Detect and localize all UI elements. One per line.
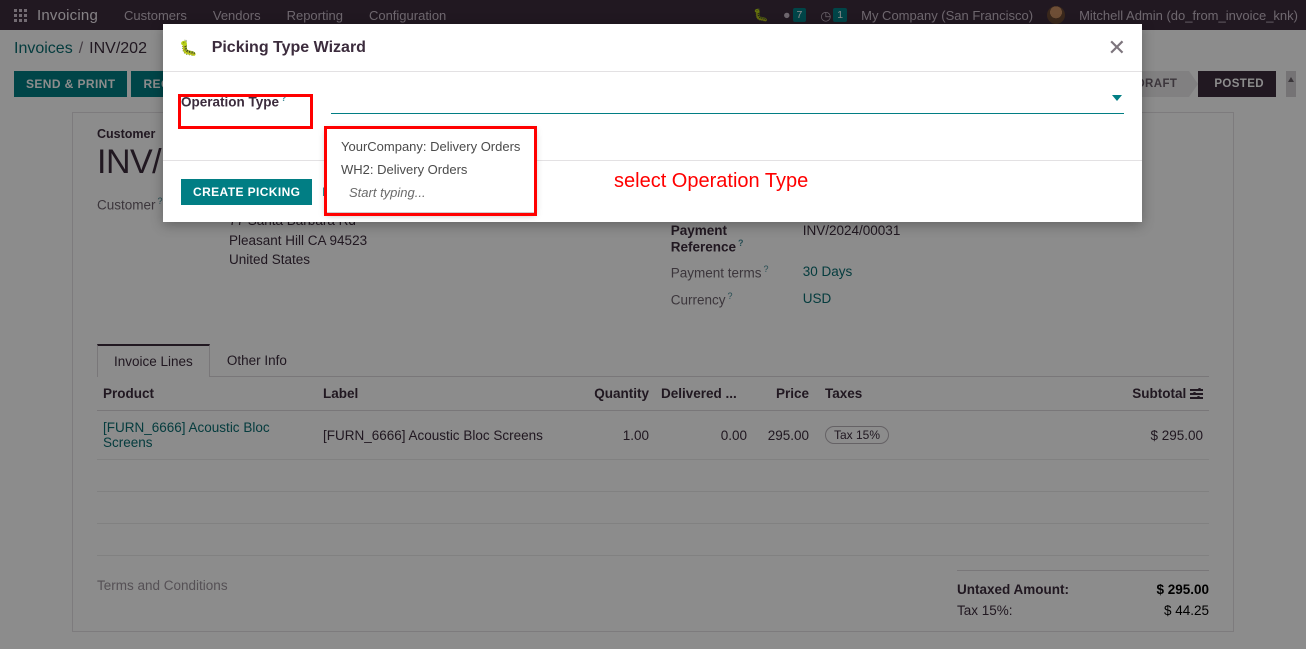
bug-icon: 🐛	[179, 39, 198, 57]
help-icon[interactable]: ?	[281, 93, 287, 103]
operation-type-dropdown: YourCompany: Delivery Orders WH2: Delive…	[326, 128, 535, 213]
chevron-down-icon[interactable]	[1112, 95, 1122, 101]
dropdown-option-yourcompany[interactable]: YourCompany: Delivery Orders	[327, 135, 534, 158]
modal-header: 🐛 Picking Type Wizard ✕	[163, 24, 1142, 72]
annotation-text: select Operation Type	[614, 170, 809, 192]
modal-title: Picking Type Wizard	[211, 38, 366, 56]
dropdown-option-wh2[interactable]: WH2: Delivery Orders	[327, 158, 534, 181]
operation-type-input[interactable]	[331, 88, 1124, 114]
operation-type-input-wrap	[331, 88, 1124, 114]
create-picking-button[interactable]: CREATE PICKING	[181, 178, 313, 205]
screen: Invoicing Customers Vendors Reporting Co…	[0, 0, 1306, 649]
modal-body: Operation Type?	[163, 72, 1142, 114]
dropdown-hint: Start typing...	[349, 185, 426, 200]
close-icon[interactable]: ✕	[1108, 36, 1126, 59]
operation-type-label: Operation Type?	[181, 93, 287, 110]
